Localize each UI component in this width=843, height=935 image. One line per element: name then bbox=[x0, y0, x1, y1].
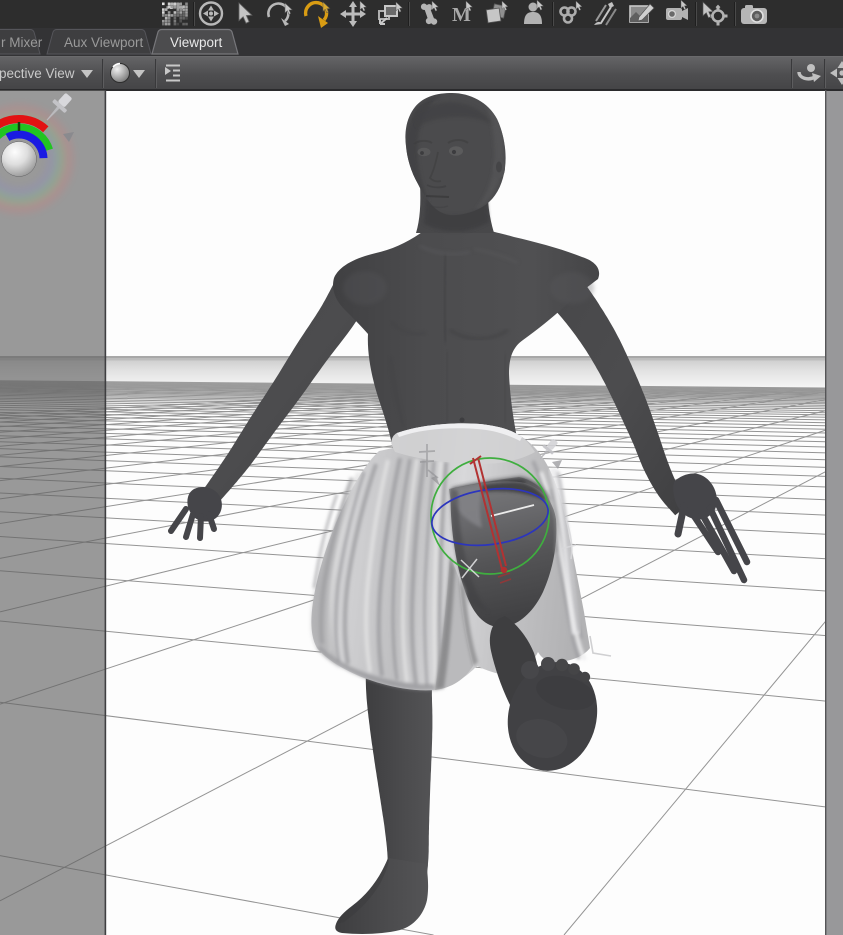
svg-text:Viewport: Viewport bbox=[170, 35, 223, 50]
svg-text:pective View: pective View bbox=[0, 66, 75, 81]
svg-text:r Mixer: r Mixer bbox=[1, 35, 43, 50]
svg-text:Aux Viewport: Aux Viewport bbox=[64, 35, 144, 50]
